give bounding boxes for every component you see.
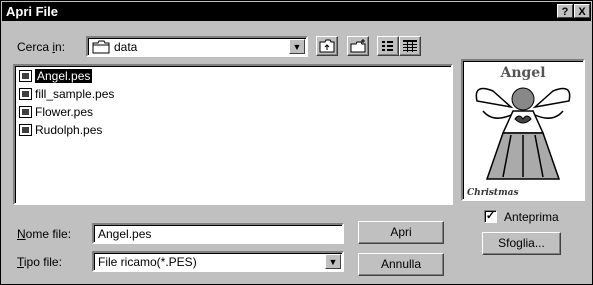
preview-text-top: Angel	[499, 65, 545, 81]
dialog-title: Apri File	[6, 4, 59, 19]
file-name: fill_sample.pes	[35, 87, 115, 101]
up-folder-button[interactable]	[316, 36, 338, 56]
open-button[interactable]: Apri	[358, 221, 444, 244]
folder-icon	[92, 40, 110, 54]
pes-file-icon	[19, 106, 32, 118]
lookin-label: Cerca in:	[17, 40, 66, 54]
pes-file-icon	[19, 70, 32, 82]
list-view-button[interactable]	[377, 36, 399, 56]
pes-file-icon	[19, 124, 32, 136]
chevron-down-icon[interactable]: ▼	[325, 254, 341, 269]
preview-checkbox[interactable]: ✓	[484, 210, 497, 223]
filetype-value: File ricamo(*.PES)	[98, 255, 197, 269]
filename-label: Nome file:	[17, 227, 72, 241]
lookin-value: data	[114, 40, 138, 54]
preview-checkbox-label: Anteprima	[504, 210, 559, 224]
filetype-select[interactable]: File ricamo(*.PES) ▼	[92, 251, 344, 272]
help-button[interactable]: ?	[557, 4, 573, 18]
cancel-button[interactable]: Annulla	[358, 253, 444, 276]
file-name: Rudolph.pes	[35, 123, 103, 137]
preview-text-bottom: Christmas	[467, 188, 519, 198]
new-folder-button[interactable]	[347, 36, 369, 56]
filename-input[interactable]: Angel.pes	[92, 223, 344, 244]
list-item[interactable]: fill_sample.pes	[19, 86, 114, 102]
details-view-icon	[403, 40, 417, 52]
open-file-dialog: Apri File ? X Cerca in: data ▼ Angel.pes…	[0, 0, 593, 285]
angel-embroidery-preview: Angel Christmas	[467, 65, 571, 198]
pes-file-icon	[19, 88, 32, 100]
close-button[interactable]: X	[574, 4, 590, 18]
list-item[interactable]: Flower.pes	[19, 104, 93, 120]
details-view-button[interactable]	[399, 36, 421, 56]
chevron-down-icon[interactable]: ▼	[289, 39, 305, 54]
file-name: Angel.pes	[33, 68, 94, 84]
new-folder-icon	[350, 39, 366, 53]
file-list[interactable]: Angel.pes fill_sample.pes Flower.pes Rud…	[13, 64, 453, 205]
preview-pane: Angel Christmas	[461, 59, 585, 201]
browse-button[interactable]: Sfoglia...	[482, 232, 561, 255]
lookin-combo[interactable]: data ▼	[86, 36, 308, 57]
up-folder-icon	[319, 39, 335, 53]
list-item[interactable]: Rudolph.pes	[19, 122, 102, 138]
file-name: Flower.pes	[35, 105, 94, 119]
filetype-label: Tipo file:	[17, 255, 62, 269]
filename-value: Angel.pes	[98, 227, 152, 241]
title-bar: Apri File ? X	[2, 2, 591, 21]
list-item[interactable]: Angel.pes	[19, 68, 94, 84]
list-view-icon	[382, 41, 393, 51]
